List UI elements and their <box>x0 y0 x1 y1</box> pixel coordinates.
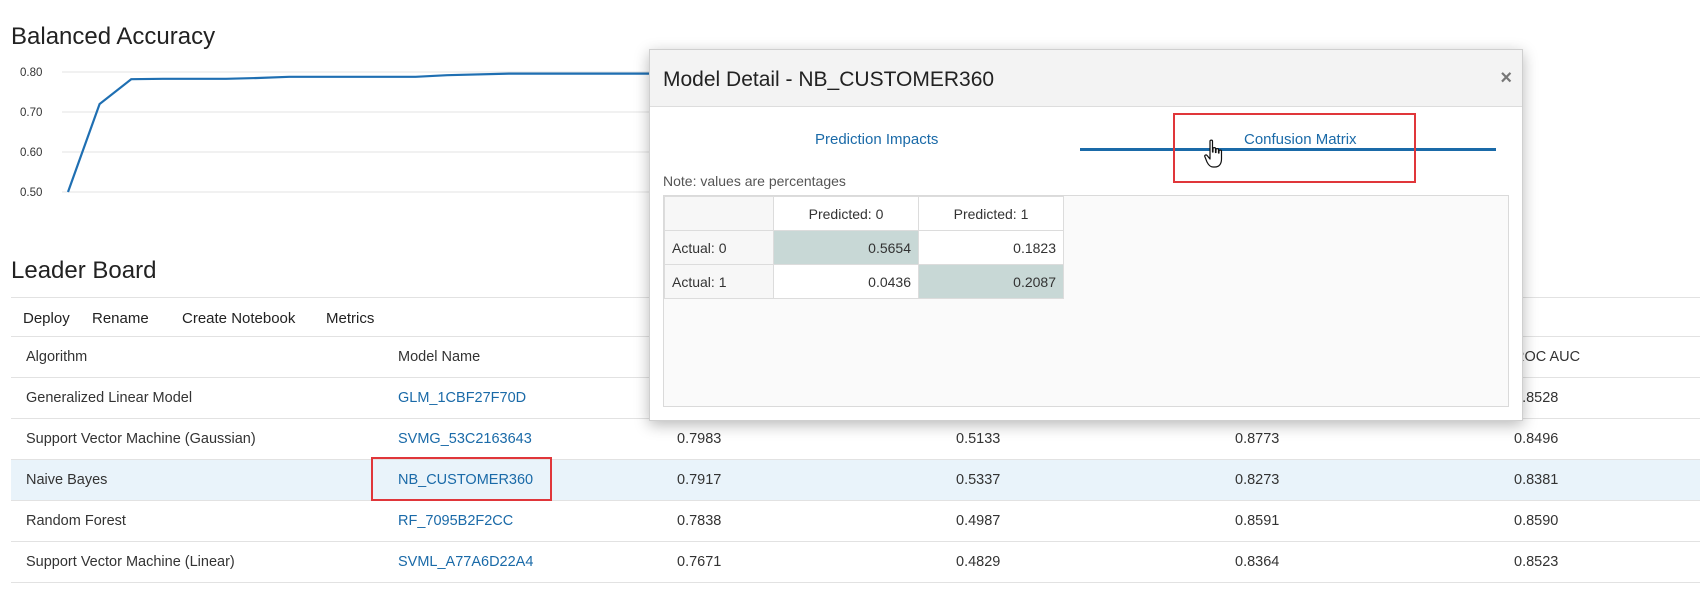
model-name-link[interactable]: SVML_A77A6D22A4 <box>398 554 533 570</box>
roc-auc-cell: 0.8523 <box>1514 541 1700 583</box>
metric-cell: 0.7917 <box>677 459 956 501</box>
dialog-title: Model Detail - NB_CUSTOMER360 <box>663 68 995 91</box>
matrix-cell: 0.2087 <box>918 264 1064 299</box>
matrix-corner-cell <box>664 196 774 231</box>
roc-auc-cell: 0.8590 <box>1514 500 1700 542</box>
model-name-link[interactable]: GLM_1CBF27F70D <box>398 390 526 406</box>
matrix-note: Note: values are percentages <box>663 173 846 189</box>
dialog-tabs: Prediction Impacts Confusion Matrix <box>663 107 1509 167</box>
metric-cell: 0.4987 <box>956 500 1235 542</box>
matrix-col-header: Predicted: 0 <box>773 196 919 231</box>
matrix-col-header: Predicted: 1 <box>918 196 1064 231</box>
close-icon[interactable]: × <box>1500 68 1512 88</box>
metric-cell: 0.5133 <box>956 418 1235 460</box>
table-row[interactable]: Support Vector Machine (Gaussian) SVMG_5… <box>11 418 1700 460</box>
metric-cell: 0.8273 <box>1235 459 1514 501</box>
metric-cell: 0.5337 <box>956 459 1235 501</box>
algorithm-cell: Support Vector Machine (Gaussian) <box>11 418 398 460</box>
tab-confusion-matrix[interactable]: Confusion Matrix <box>1244 131 1357 148</box>
metric-cell: 0.8591 <box>1235 500 1514 542</box>
balanced-accuracy-series-line <box>66 72 700 193</box>
rename-button[interactable]: Rename <box>92 310 149 327</box>
metric-cell: 0.7983 <box>677 418 956 460</box>
confusion-matrix-table: Predicted: 0 Predicted: 1 Actual: 0 0.56… <box>664 196 1064 299</box>
confusion-matrix-panel: Predicted: 0 Predicted: 1 Actual: 0 0.56… <box>663 195 1509 407</box>
matrix-row-header: Actual: 1 <box>664 264 774 299</box>
column-header-roc-auc[interactable]: ROC AUC <box>1514 336 1700 378</box>
y-tick-label: 0.80 <box>20 67 42 79</box>
metrics-button[interactable]: Metrics <box>326 310 374 327</box>
table-row-selected[interactable]: Naive Bayes NB_CUSTOMER360 0.7917 0.5337… <box>11 459 1700 501</box>
algorithm-cell: Random Forest <box>11 500 398 542</box>
roc-auc-cell: 0.8496 <box>1514 418 1700 460</box>
model-name-link[interactable]: NB_CUSTOMER360 <box>398 472 533 488</box>
y-tick-label: 0.60 <box>20 147 42 159</box>
create-notebook-button[interactable]: Create Notebook <box>182 310 295 327</box>
hand-pointer-icon <box>1204 139 1223 168</box>
metric-cell: 0.8773 <box>1235 418 1514 460</box>
matrix-cell: 0.5654 <box>773 230 919 265</box>
chart-title: Balanced Accuracy <box>11 23 216 50</box>
table-row[interactable]: Support Vector Machine (Linear) SVML_A77… <box>11 541 1700 583</box>
algorithm-cell: Naive Bayes <box>11 459 398 501</box>
model-name-link[interactable]: SVMG_53C2163643 <box>398 431 532 447</box>
balanced-accuracy-chart: 0.80 0.70 0.60 0.50 <box>20 67 700 199</box>
table-row[interactable]: Random Forest RF_7095B2F2CC 0.7838 0.498… <box>11 500 1700 542</box>
metric-cell: 0.7838 <box>677 500 956 542</box>
algorithm-cell: Generalized Linear Model <box>11 377 398 419</box>
y-tick-label: 0.50 <box>20 187 42 199</box>
algorithm-cell: Support Vector Machine (Linear) <box>11 541 398 583</box>
deploy-button[interactable]: Deploy <box>23 310 70 327</box>
metric-cell: 0.4829 <box>956 541 1235 583</box>
column-header-algorithm[interactable]: Algorithm <box>11 336 398 378</box>
metric-cell: 0.7671 <box>677 541 956 583</box>
roc-auc-cell: 0.8528 <box>1514 377 1700 419</box>
column-header-model-name[interactable]: Model Name <box>398 336 677 378</box>
matrix-row-header: Actual: 0 <box>664 230 774 265</box>
matrix-cell: 0.0436 <box>773 264 919 299</box>
matrix-cell: 0.1823 <box>918 230 1064 265</box>
dialog-header: Model Detail - NB_CUSTOMER360 × <box>650 50 1522 107</box>
leader-board-title: Leader Board <box>11 257 157 284</box>
active-tab-indicator <box>1080 148 1496 151</box>
model-detail-dialog: Model Detail - NB_CUSTOMER360 × Predicti… <box>649 49 1523 421</box>
y-tick-label: 0.70 <box>20 107 42 119</box>
tab-prediction-impacts[interactable]: Prediction Impacts <box>815 131 938 148</box>
roc-auc-cell: 0.8381 <box>1514 459 1700 501</box>
model-name-link[interactable]: RF_7095B2F2CC <box>398 513 513 529</box>
metric-cell: 0.8364 <box>1235 541 1514 583</box>
